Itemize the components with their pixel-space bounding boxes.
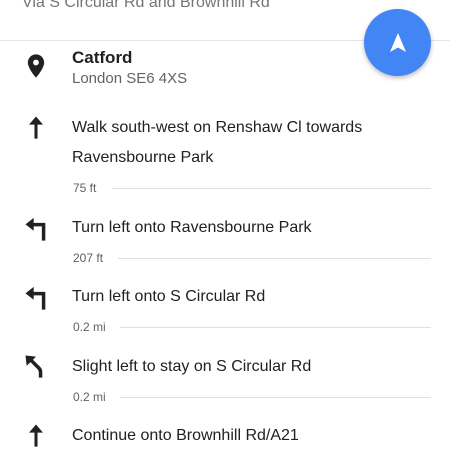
- step-instruction: Turn left onto Ravensbourne Park: [72, 219, 312, 236]
- navigation-arrow-icon: [386, 31, 410, 55]
- step-divider: [112, 188, 431, 189]
- start-navigation-button[interactable]: [364, 9, 431, 76]
- step-instruction: Walk south-west on Renshaw Cl towards Ra…: [72, 119, 363, 166]
- step-instruction: Turn left onto S Circular Rd: [72, 288, 266, 305]
- step-instruction: Slight left to stay on S Circular Rd: [72, 358, 312, 375]
- step-divider: [118, 258, 431, 259]
- turn-left-icon: [22, 215, 50, 243]
- step-distance: 0.2 mi: [73, 390, 106, 404]
- step-distance: 75 ft: [73, 181, 97, 195]
- straight-arrow-icon: [22, 421, 50, 449]
- location-pin-icon: [22, 52, 50, 80]
- turn-left-icon: [22, 284, 50, 312]
- step-distance: 207 ft: [73, 251, 104, 265]
- destination-address: London SE6 4XS: [72, 70, 188, 87]
- step-instruction: Continue onto Brownhill Rd/A21: [72, 427, 299, 444]
- via-route-text: Via S Circular Rd and Brownhill Rd: [22, 0, 270, 11]
- step-distance: 0.2 mi: [73, 320, 106, 334]
- step-divider: [120, 327, 431, 328]
- destination-name: Catford: [72, 48, 133, 67]
- step-divider: [120, 397, 431, 398]
- slight-left-icon: [22, 352, 50, 380]
- straight-arrow-icon: [22, 113, 50, 141]
